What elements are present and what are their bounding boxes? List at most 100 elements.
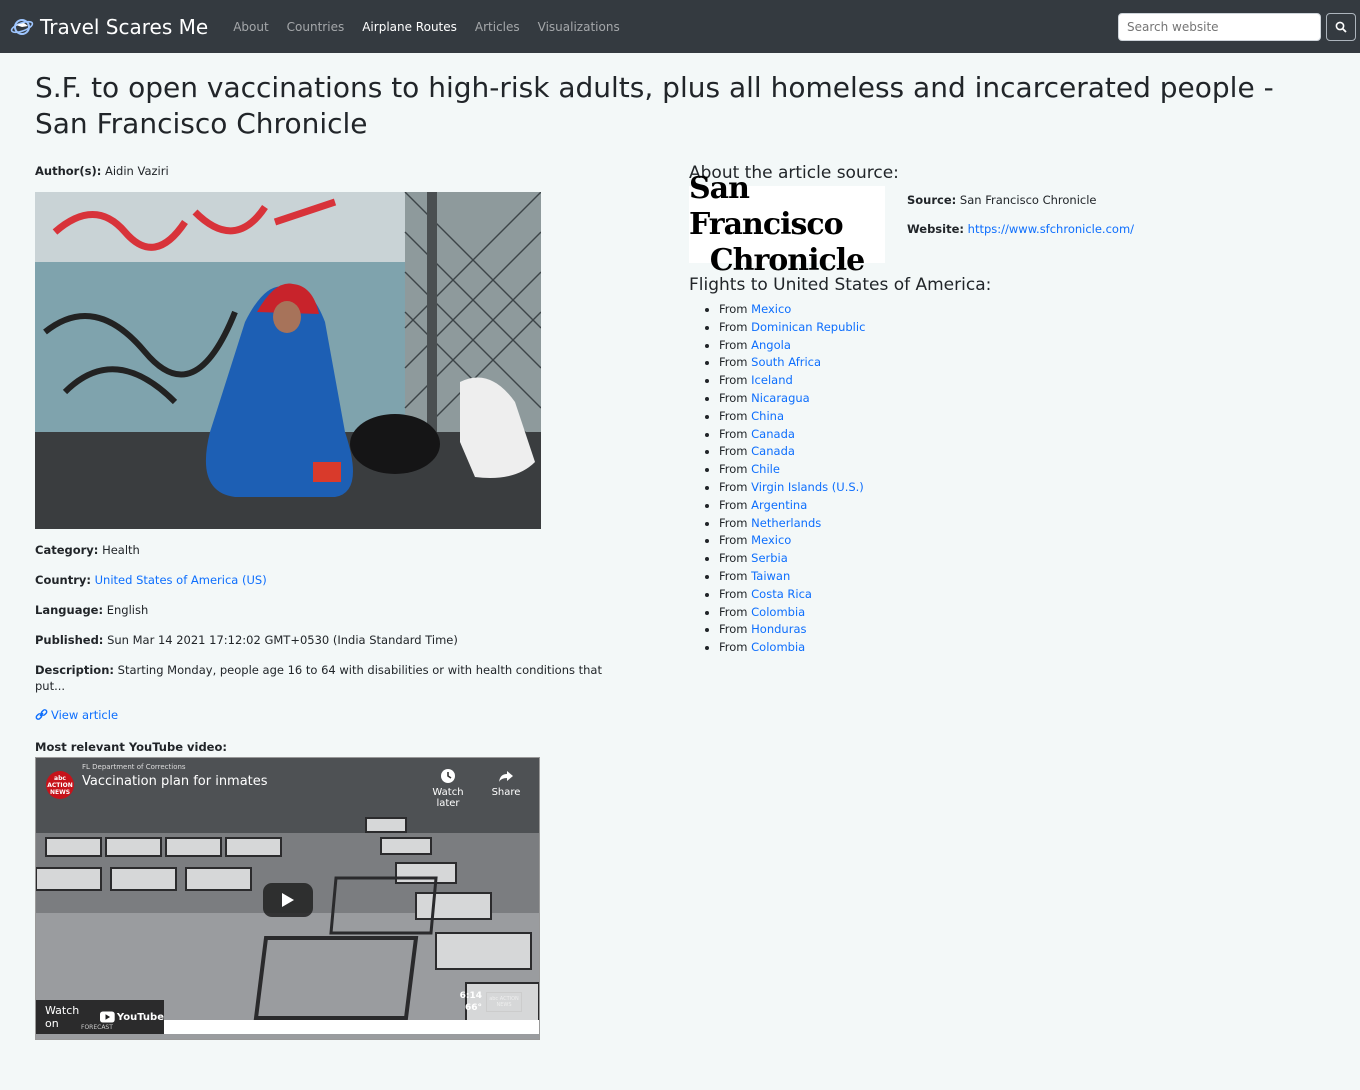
flight-item: From Virgin Islands (U.S.) — [719, 479, 1309, 497]
youtube-label: Most relevant YouTube video: — [35, 740, 227, 754]
flight-origin-link[interactable]: Dominican Republic — [751, 320, 865, 334]
flight-origin-link[interactable]: Costa Rica — [751, 587, 812, 601]
flight-origin-link[interactable]: Honduras — [751, 622, 806, 636]
flight-origin-link[interactable]: Canada — [751, 444, 795, 458]
website-field: Website: https://www.sfchronicle.com/ — [907, 221, 1134, 237]
flight-item: From Serbia — [719, 550, 1309, 568]
flight-item: From Mexico — [719, 532, 1309, 550]
article-meta: Category: Health Country: United States … — [35, 542, 635, 694]
nav-about[interactable]: About — [233, 20, 268, 34]
logo-line2: Chronicle — [709, 242, 865, 278]
flight-item: From Canada — [719, 443, 1309, 461]
video-overlay-small: FL Department of Corrections — [82, 763, 186, 771]
flight-origin-link[interactable]: Colombia — [751, 640, 805, 654]
flight-origin-link[interactable]: Chile — [751, 462, 780, 476]
flight-origin-link[interactable]: Argentina — [751, 498, 807, 512]
flight-item: From Iceland — [719, 372, 1309, 390]
source-info: Source: San Francisco Chronicle Website:… — [907, 192, 1134, 263]
flight-origin-link[interactable]: Netherlands — [751, 516, 821, 530]
flight-item: From China — [719, 408, 1309, 426]
flight-prefix: From — [719, 355, 752, 370]
flight-origin-link[interactable]: Mexico — [751, 302, 791, 316]
article-details: Author(s): Aidin Vaziri Category: Health… — [35, 163, 635, 1040]
flight-item: From Dominican Republic — [719, 319, 1309, 337]
website-label: Website: — [907, 222, 964, 236]
flight-item: From Colombia — [719, 639, 1309, 657]
language-field: Language: English — [35, 602, 635, 618]
authors-field: Author(s): Aidin Vaziri — [35, 163, 635, 179]
view-article-link[interactable]: View article — [35, 708, 118, 722]
flight-origin-link[interactable]: Virgin Islands (U.S.) — [751, 480, 864, 494]
flight-item: From Netherlands — [719, 515, 1309, 533]
search-button[interactable] — [1326, 13, 1356, 41]
video-title[interactable]: Vaccination plan for inmates — [82, 774, 268, 789]
forecast-text: FORECAST — [81, 1024, 113, 1031]
logo-line1: San Francisco — [689, 170, 844, 242]
flight-item: From Mexico — [719, 301, 1309, 319]
language-value: English — [106, 603, 149, 617]
flight-prefix: From — [719, 444, 752, 459]
website-link[interactable]: https://www.sfchronicle.com/ — [968, 222, 1134, 236]
flight-origin-link[interactable]: Angola — [751, 338, 791, 352]
flight-prefix: From — [719, 604, 752, 619]
category-value: Health — [102, 543, 140, 557]
flight-origin-link[interactable]: China — [751, 409, 784, 423]
country-link[interactable]: United States of America (US) — [95, 573, 267, 587]
brand-link[interactable]: Travel Scares Me — [10, 15, 208, 39]
nav-countries[interactable]: Countries — [287, 20, 345, 34]
flight-prefix: From — [719, 408, 752, 423]
published-label: Published: — [35, 633, 104, 647]
authors-value: Aidin Vaziri — [104, 164, 169, 178]
main-content: S.F. to open vaccinations to high-risk a… — [0, 70, 1360, 1040]
flight-item: From Canada — [719, 426, 1309, 444]
flight-prefix: From — [719, 497, 752, 512]
youtube-logo-icon — [100, 1011, 115, 1023]
flight-prefix: From — [719, 426, 752, 441]
article-photo — [35, 192, 541, 529]
flight-origin-link[interactable]: Canada — [751, 427, 795, 441]
youtube-video-player[interactable]: abc ACTION NEWS FL Department of Correct… — [35, 757, 540, 1040]
nav-links: About Countries Airplane Routes Articles… — [224, 20, 629, 34]
description-field: Description: Starting Monday, people age… — [35, 662, 635, 694]
nav-articles[interactable]: Articles — [475, 20, 520, 34]
flight-item: From Argentina — [719, 497, 1309, 515]
nav-visualizations[interactable]: Visualizations — [538, 20, 620, 34]
video-progress-area — [164, 1020, 539, 1034]
flight-prefix: From — [719, 390, 752, 405]
youtube-label-text: YouTube — [116, 1011, 164, 1023]
source-field: Source: San Francisco Chronicle — [907, 192, 1134, 208]
flight-prefix: From — [719, 640, 752, 655]
flights-heading: Flights to United States of America: — [689, 275, 992, 295]
nav-airplane-routes[interactable]: Airplane Routes — [362, 20, 457, 34]
flight-origin-link[interactable]: South Africa — [751, 355, 821, 369]
flight-item: From Colombia — [719, 604, 1309, 622]
top-navbar: Travel Scares Me About Countries Airplan… — [0, 0, 1360, 53]
watch-later-label: Watch later — [432, 787, 464, 809]
language-label: Language: — [35, 603, 104, 617]
flight-item: From Costa Rica — [719, 586, 1309, 604]
source-logo: San Francisco Chronicle — [689, 171, 885, 278]
flight-origin-link[interactable]: Iceland — [751, 373, 793, 387]
flight-origin-link[interactable]: Nicaragua — [751, 391, 810, 405]
search-input[interactable] — [1118, 13, 1321, 41]
description-label: Description: — [35, 663, 114, 677]
channel-avatar[interactable]: abc ACTION NEWS — [46, 771, 74, 799]
play-icon — [282, 893, 294, 907]
search-icon — [1335, 21, 1347, 33]
flight-prefix: From — [719, 568, 752, 583]
flight-origin-link[interactable]: Colombia — [751, 605, 805, 619]
flight-item: From Nicaragua — [719, 390, 1309, 408]
flight-prefix: From — [719, 373, 752, 388]
share-button[interactable]: Share — [484, 768, 528, 798]
flight-prefix: From — [719, 302, 752, 316]
published-value: Sun Mar 14 2021 17:12:02 GMT+0530 (India… — [107, 633, 458, 647]
flight-prefix: From — [719, 319, 752, 334]
flight-origin-link[interactable]: Serbia — [751, 551, 788, 565]
flight-origin-link[interactable]: Mexico — [751, 533, 791, 547]
flight-origin-link[interactable]: Taiwan — [751, 569, 790, 583]
source-row: San Francisco Chronicle Source: San Fran… — [689, 171, 1309, 278]
flight-prefix: From — [719, 533, 752, 548]
play-button[interactable] — [263, 883, 313, 917]
watch-later-button[interactable]: Watch later — [420, 768, 476, 809]
flight-item: From Chile — [719, 461, 1309, 479]
